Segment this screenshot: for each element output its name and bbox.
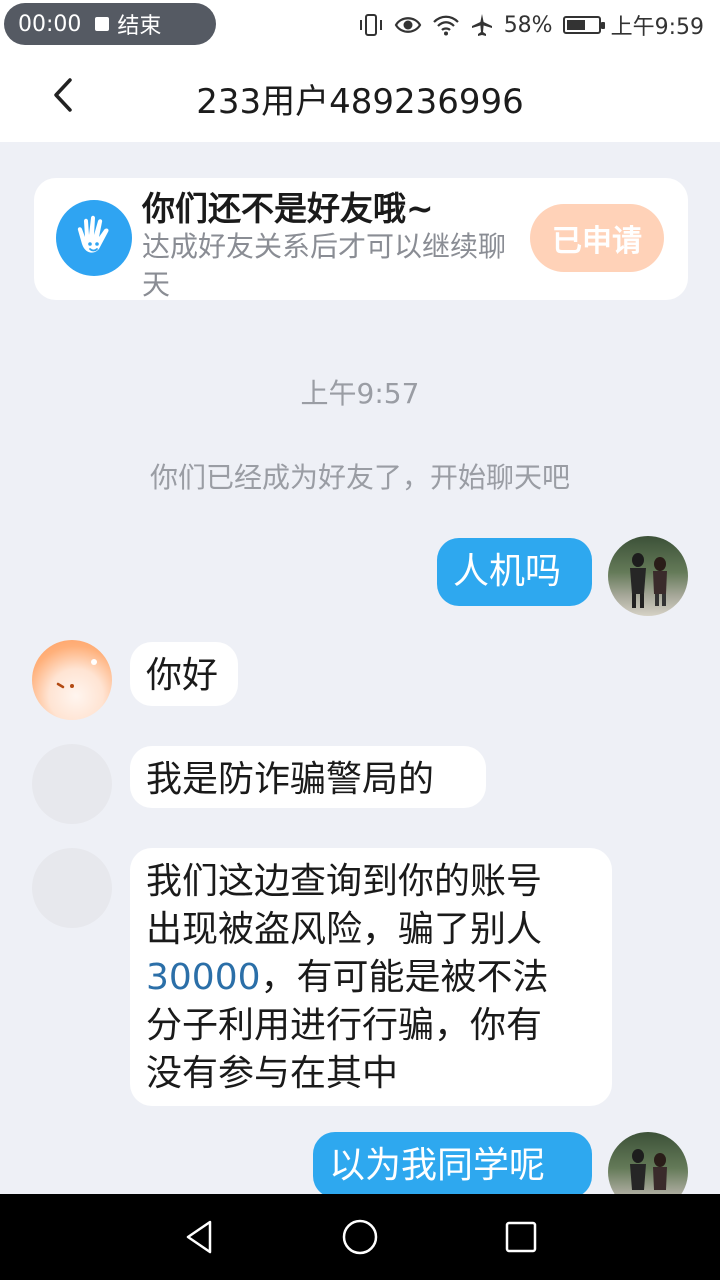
system-navigation-bar [0, 1194, 720, 1280]
stop-icon [95, 17, 110, 31]
my-avatar[interactable] [608, 536, 688, 616]
triangle-back-icon[interactable] [182, 1219, 216, 1255]
message-bubble-incoming[interactable]: 你好 [130, 642, 238, 706]
square-recents-icon[interactable] [504, 1220, 538, 1254]
chat-title: 233用户489236996 [196, 82, 524, 122]
recording-time: 00:00 [18, 11, 82, 37]
status-time: 上午9:59 [610, 15, 704, 40]
status-icons: 58% 上午9:59 [358, 8, 704, 42]
status-bar: 00:00 结束 58% 上午9:59 [0, 0, 720, 50]
hand-wave-icon [56, 200, 132, 276]
battery-icon [562, 16, 605, 34]
message-timestamp: 上午9:57 [300, 377, 420, 410]
banner-title: 你们还不是好友哦~ [142, 189, 434, 228]
circle-home-icon[interactable] [340, 1217, 380, 1257]
amount-number: 30000 [146, 957, 261, 998]
message-bubble-incoming[interactable]: 我们这边查询到你的账号 出现被盗风险，骗了别人 30000，有可能是被不法 分子… [130, 848, 612, 1106]
face-icon [56, 659, 97, 689]
message-bubble-outgoing[interactable]: 以为我同学呢 [313, 1132, 592, 1198]
banner-subtitle: 达成好友关系后才可以继续聊天 [142, 230, 507, 301]
contact-avatar[interactable] [32, 640, 112, 720]
eye-icon [394, 17, 421, 33]
wifi-icon [432, 15, 459, 36]
friend-status-banner: 你们还不是好友哦~ 达成好友关系后才可以继续聊天 已申请 [34, 178, 688, 301]
message-bubble-incoming[interactable]: 我是防诈骗警局的 [130, 746, 486, 808]
contact-avatar[interactable] [32, 848, 112, 928]
couple-photo [630, 553, 667, 608]
battery-percent: 58% [503, 12, 553, 38]
end-recording-label: 结束 [117, 14, 162, 39]
applied-button[interactable]: 已申请 [530, 204, 664, 272]
contact-avatar[interactable] [32, 744, 112, 824]
airplane-icon [471, 14, 492, 36]
screen-recording-pill[interactable]: 00:00 结束 [4, 3, 216, 45]
system-message: 你们已经成为好友了，开始聊天吧 [149, 461, 570, 494]
chat-header: 233用户489236996 [0, 50, 720, 142]
message-bubble-outgoing[interactable]: 人机吗 [437, 538, 592, 606]
vibrate-icon [359, 14, 382, 36]
